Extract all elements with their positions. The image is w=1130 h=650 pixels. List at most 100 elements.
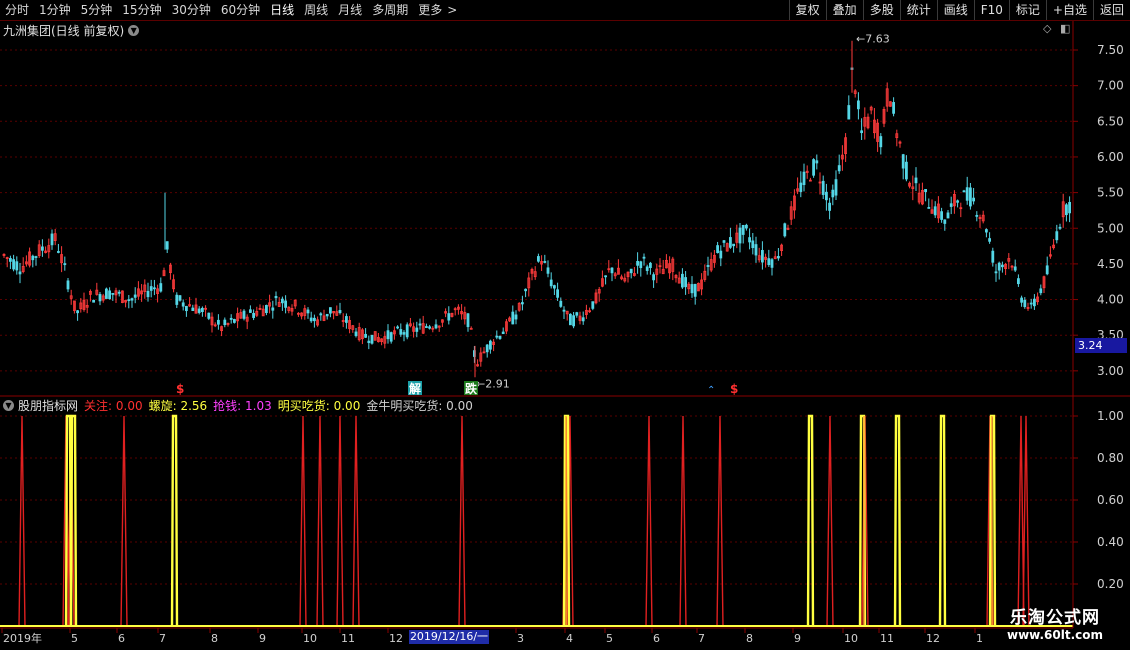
x-tick-label: 12: [926, 632, 940, 645]
candle-body: [879, 136, 883, 148]
candle-body: [284, 300, 288, 308]
x-tick-label: 8: [746, 632, 753, 645]
candle-body: [248, 309, 252, 313]
candle-body: [325, 313, 329, 317]
candle-body: [344, 316, 348, 323]
candle-body: [31, 255, 35, 261]
candle-body: [732, 243, 735, 247]
chart-annotations: ←7.63 ←2.91 $ 解 跌 $ ⌃: [176, 33, 890, 396]
indicator-value-1: 螺旋: 2.56: [148, 398, 208, 413]
x-tick-label: 5: [71, 632, 78, 645]
candle-body: [537, 256, 540, 262]
candle-body: [63, 263, 67, 266]
candle-body: [946, 212, 950, 219]
candle-body: [783, 223, 787, 237]
candle-body: [997, 262, 1001, 271]
x-tick-label: 6: [653, 632, 660, 645]
candle-body: [127, 299, 131, 302]
indicator-spike-red: [18, 415, 26, 628]
candle-body: [57, 251, 60, 253]
indicator-spike-red: [1022, 415, 1030, 628]
candlestick-series: [2, 40, 1071, 378]
candle-body: [434, 324, 438, 329]
candle-body: [1068, 201, 1071, 214]
candle-body: [549, 279, 553, 287]
candle-body: [501, 331, 505, 335]
candle-body: [985, 229, 988, 233]
candle-body: [940, 211, 943, 220]
chevron-down-icon[interactable]: ▼: [3, 399, 14, 411]
candle-body: [969, 187, 972, 207]
candle-body: [389, 332, 393, 342]
candle-body: [645, 266, 649, 271]
candle-body: [636, 261, 639, 266]
candle-body: [370, 334, 374, 344]
candle-body: [159, 283, 163, 292]
candle-body: [629, 268, 633, 274]
candle-body: [652, 274, 655, 281]
candle-body: [415, 327, 419, 332]
candle-body: [466, 313, 470, 328]
x-tick-label: 10: [844, 632, 858, 645]
candle-body: [274, 295, 278, 299]
candle-body: [684, 277, 687, 288]
candle-body: [521, 302, 524, 305]
candle-body: [418, 323, 422, 326]
candle-body: [943, 219, 947, 224]
candle-body: [50, 233, 54, 246]
candle-body: [956, 200, 959, 203]
candle-body: [367, 340, 371, 344]
candle-body: [572, 315, 575, 327]
x-tick-label: 8: [211, 632, 218, 645]
candle-body: [991, 250, 995, 263]
candle-body: [914, 177, 918, 184]
candle-body: [831, 189, 835, 198]
indicator-spike-yellow: [938, 414, 947, 628]
candle-body: [149, 286, 153, 291]
candle-body: [591, 301, 595, 309]
watermark-url: www.60lt.com: [1006, 628, 1104, 642]
candle-body: [892, 102, 895, 114]
y-tick-label: 7.50: [1097, 43, 1124, 57]
candle-body: [722, 240, 726, 243]
candle-body: [428, 326, 432, 329]
y-tick-label: 0.80: [1097, 451, 1124, 465]
x-tick-label: 6: [118, 632, 125, 645]
candle-body: [556, 289, 559, 298]
signal-label: $: [176, 382, 184, 396]
candle-body: [1013, 266, 1017, 271]
candle-body: [108, 290, 111, 300]
candle-body: [98, 294, 102, 302]
candle-body: [66, 280, 70, 290]
candle-body: [232, 319, 236, 323]
candle-body: [825, 191, 828, 201]
site-watermark: 乐淘公式网 www.60lt.com: [982, 603, 1128, 647]
candle-body: [264, 304, 268, 313]
candle-body: [562, 309, 566, 312]
indicator-value-0: 关注: 0.00: [84, 398, 143, 413]
candle-body: [152, 287, 156, 290]
candle-body: [1020, 297, 1023, 303]
candle-body: [165, 241, 169, 250]
indicator-spike-red: [120, 415, 128, 628]
y-tick-label: 5.50: [1097, 186, 1124, 200]
candle-body: [988, 238, 991, 242]
main-grid: [0, 49, 1073, 372]
candle-body: [271, 307, 275, 311]
kline-chart[interactable]: 7.507.006.506.005.505.004.504.003.503.00…: [0, 0, 1130, 650]
candle-body: [386, 330, 390, 340]
candle-body: [181, 302, 185, 307]
selected-date-badge: 2019/12/16/一: [409, 630, 489, 644]
candle-body: [178, 295, 182, 301]
candle-body: [399, 329, 403, 335]
low-price-label: ←2.91: [476, 377, 510, 390]
y-tick-label: 4.00: [1097, 293, 1124, 307]
indicator-spike-red: [316, 415, 324, 628]
y-tick-label: 3.00: [1097, 364, 1124, 378]
candle-body: [933, 206, 937, 216]
x-tick-label: 7: [698, 632, 705, 645]
indicator-name: 股朋指标网: [18, 398, 79, 413]
indicator-value-3: 明买吃货: 0.00: [277, 398, 361, 413]
high-price-label: ←7.63: [856, 33, 890, 46]
x-tick-label: 2019年: [3, 631, 42, 645]
